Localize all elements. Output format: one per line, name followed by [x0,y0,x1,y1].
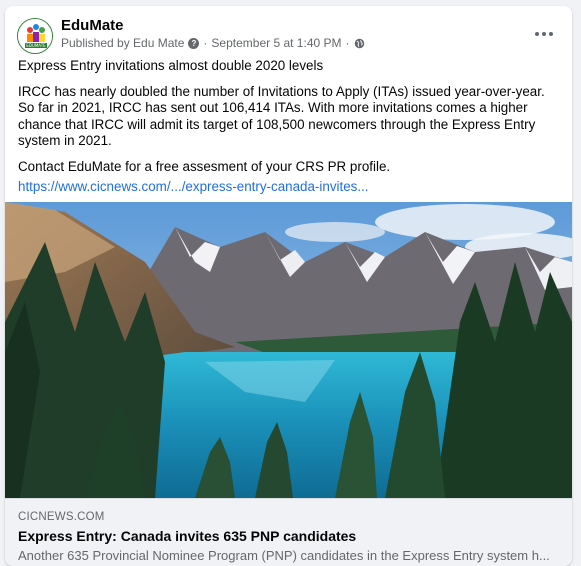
post-link[interactable]: https://www.cicnews.com/.../express-entr… [18,179,558,196]
avatar[interactable]: EDUMATE [17,18,53,54]
page-name[interactable]: EduMate [61,17,124,34]
link-preview-domain: CICNEWS.COM [18,511,105,523]
link-preview-image[interactable] [5,202,572,498]
lake-mountain-photo [5,202,572,498]
link-preview[interactable]: CICNEWS.COM Express Entry: Canada invite… [5,498,572,566]
published-by: Published by Edu Mate [61,36,185,50]
post-header: EDUMATE EduMate Published by Edu Mate ? … [5,6,572,60]
meta-separator: · [203,36,208,50]
globe-icon[interactable] [354,38,365,49]
post-paragraph: IRCC has nearly doubled the number of In… [18,83,545,149]
link-preview-title: Express Entry: Canada invites 635 PNP ca… [18,528,357,544]
more-dots-icon [535,32,539,36]
post-headline: Express Entry invitations almost double … [18,58,324,73]
question-circle-icon[interactable]: ? [188,37,200,49]
link-preview-description: Another 635 Provincial Nominee Program (… [18,548,550,563]
post-meta: Published by Edu Mate ? · September 5 at… [61,36,365,50]
logo-text: EDUMATE [26,43,46,48]
post-card: EDUMATE EduMate Published by Edu Mate ? … [5,6,572,566]
more-options-button[interactable] [530,22,558,46]
post-date[interactable]: September 5 at 1:40 PM [211,36,341,50]
edumate-logo: EDUMATE [18,19,52,53]
post-paragraph-cta: Contact EduMate for a free assesment of … [18,158,391,174]
post-body: Express Entry invitations almost double … [18,58,558,196]
meta-separator-2: · [345,36,350,50]
